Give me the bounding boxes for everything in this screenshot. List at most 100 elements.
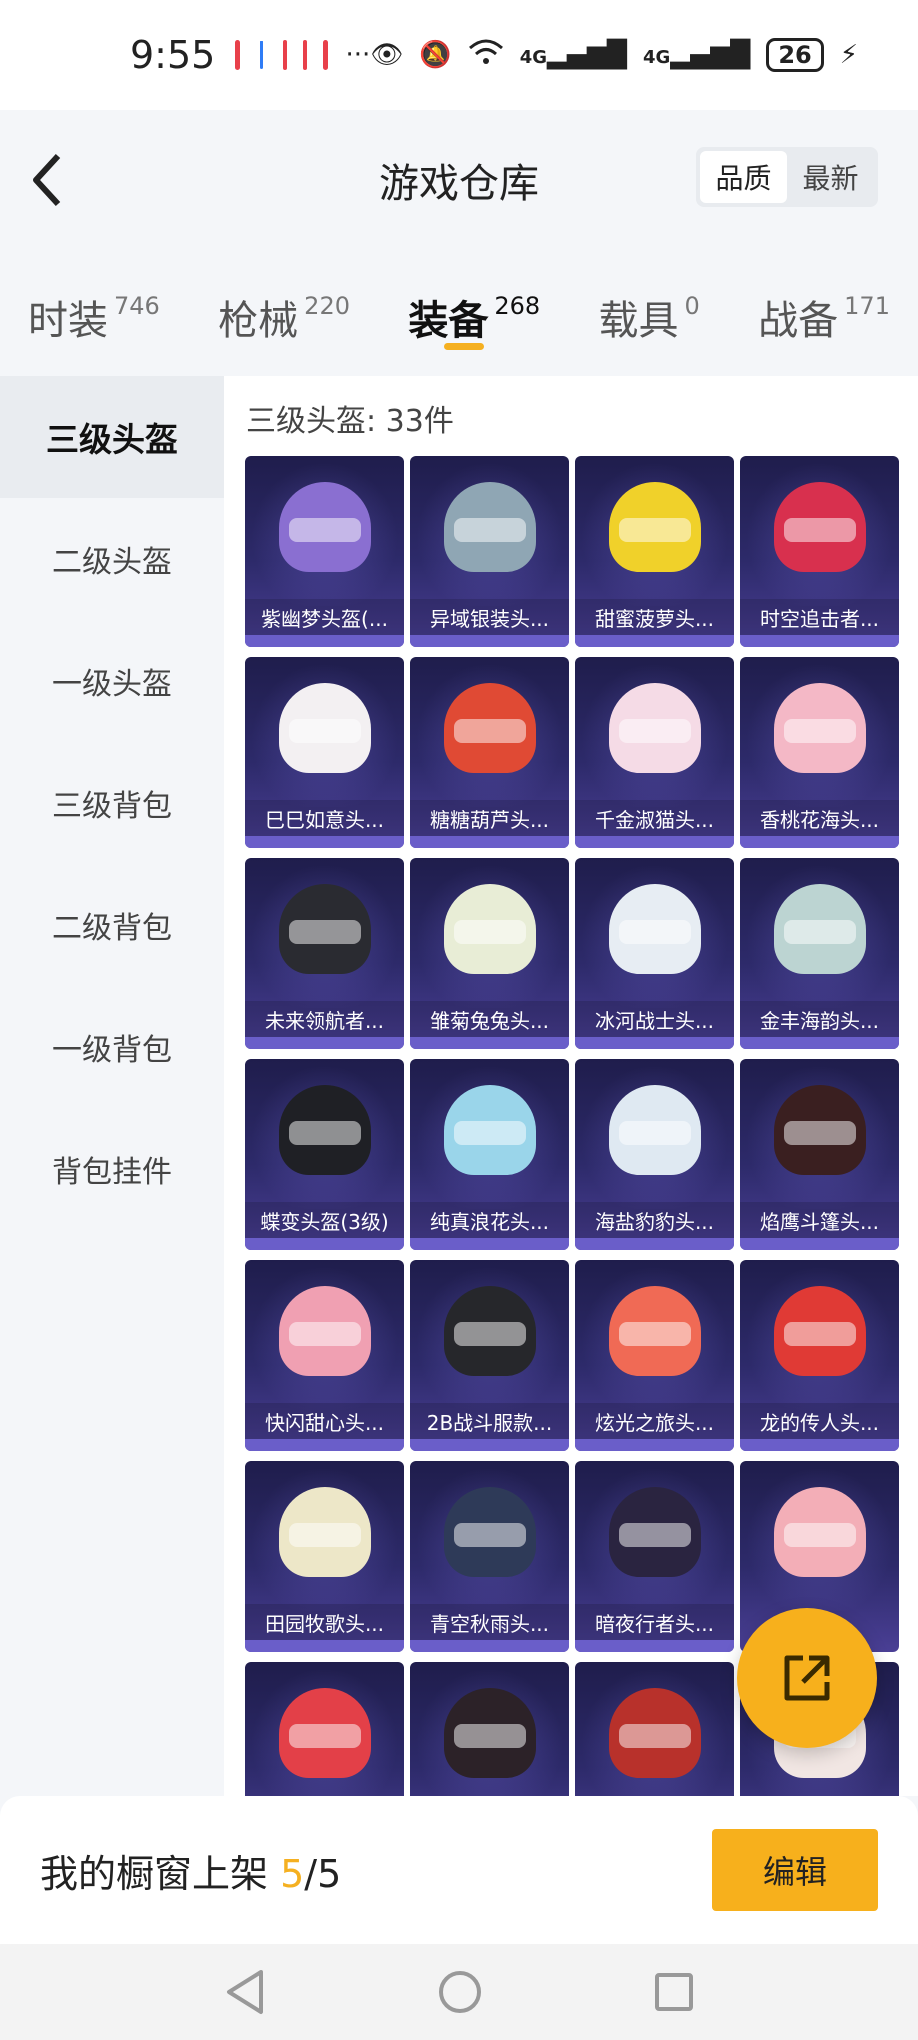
item-card[interactable]: 蝶变头盔(3级)	[245, 1059, 404, 1250]
sidebar-item-backpack-charm[interactable]: 背包挂件	[0, 1108, 224, 1230]
item-card[interactable]: 雏菊兔兔头...	[410, 858, 569, 1049]
helmet-image	[609, 482, 701, 572]
item-card[interactable]: 香桃花海头...	[740, 657, 899, 848]
item-name: 炫光之旅头...	[575, 1403, 734, 1439]
helmet-image	[444, 683, 536, 773]
helmet-visor	[289, 1724, 361, 1748]
sidebar-item-level1-helmet[interactable]: 一级头盔	[0, 620, 224, 742]
rarity-strip	[245, 1238, 404, 1250]
rarity-strip	[245, 1037, 404, 1049]
item-name: 纯真浪花头...	[410, 1202, 569, 1238]
item-card[interactable]: 甜蜜菠萝头...	[575, 456, 734, 647]
helmet-visor	[784, 518, 856, 542]
tab-count: 0	[684, 292, 700, 320]
helmet-image	[444, 1487, 536, 1577]
item-name: 雏菊兔兔头...	[410, 1001, 569, 1037]
sidebar-item-level3-helmet[interactable]: 三级头盔	[0, 376, 224, 498]
item-name: 2B战斗服款...	[410, 1403, 569, 1439]
rarity-strip	[575, 1640, 734, 1652]
showcase-bar: 我的橱窗上架 5/5 编辑	[0, 1796, 918, 1944]
item-card[interactable]	[245, 1662, 404, 1796]
tab-equipment[interactable]: 装备 268	[408, 262, 540, 372]
helmet-image	[609, 1286, 701, 1376]
helmet-visor	[289, 1523, 361, 1547]
sidebar-item-level2-backpack[interactable]: 二级背包	[0, 864, 224, 986]
helmet-visor	[784, 719, 856, 743]
sort-latest-button[interactable]: 最新	[787, 151, 874, 203]
item-card[interactable]	[575, 1662, 734, 1796]
item-card[interactable]: 糖糖葫芦头...	[410, 657, 569, 848]
share-button[interactable]	[737, 1608, 877, 1748]
rarity-strip	[740, 1238, 899, 1250]
tab-fashion[interactable]: 时装 746	[28, 262, 160, 372]
item-card[interactable]: 快闪甜心头...	[245, 1260, 404, 1451]
item-name: 金丰海韵头...	[740, 1001, 899, 1037]
back-button[interactable]	[28, 150, 78, 210]
item-card[interactable]: 纯真浪花头...	[410, 1059, 569, 1250]
helmet-visor	[619, 1724, 691, 1748]
item-card[interactable]: 2B战斗服款...	[410, 1260, 569, 1451]
share-external-icon	[784, 1655, 830, 1701]
helmet-image	[444, 482, 536, 572]
helmet-visor	[619, 518, 691, 542]
item-card[interactable]: 未来领航者...	[245, 858, 404, 1049]
rarity-strip	[575, 1037, 734, 1049]
item-card[interactable]: 炫光之旅头...	[575, 1260, 734, 1451]
mute-icon: 🔕	[419, 40, 452, 70]
item-card[interactable]: 异域银装头...	[410, 456, 569, 647]
item-card[interactable]: 千金淑猫头...	[575, 657, 734, 848]
battery-indicator: 26	[766, 38, 824, 72]
tab-label: 载具	[598, 298, 679, 344]
nav-recents-icon[interactable]	[653, 1971, 695, 2013]
signal-icon: 4G▂▄▆█	[643, 40, 751, 70]
showcase-status: 我的橱窗上架 5/5	[40, 1843, 341, 1898]
item-card[interactable]: 龙的传人头...	[740, 1260, 899, 1451]
item-list: 三级头盔: 33件 紫幽梦头盔(... 异域银装头... 甜蜜菠萝头... 时空追击者…	[224, 376, 918, 1796]
huawei-app-icon	[323, 40, 328, 70]
tab-supplies[interactable]: 战备 171	[758, 262, 890, 372]
book-app-icon	[303, 40, 308, 70]
helmet-visor	[619, 1121, 691, 1145]
item-card[interactable]: 焰鹰斗篷头...	[740, 1059, 899, 1250]
tab-vehicles[interactable]: 载具 0	[599, 262, 700, 372]
item-card[interactable]: 紫幽梦头盔(...	[245, 456, 404, 647]
tab-label: 装备	[408, 298, 489, 344]
sidebar-item-level3-backpack[interactable]: 三级背包	[0, 742, 224, 864]
sort-quality-button[interactable]: 品质	[700, 151, 787, 203]
rarity-strip	[410, 1640, 569, 1652]
tab-guns[interactable]: 枪械 220	[218, 262, 350, 372]
item-card[interactable]: 海盐豹豹头...	[575, 1059, 734, 1250]
helmet-image	[774, 884, 866, 974]
rarity-strip	[245, 836, 404, 848]
status-indicators: 👁 🔕 4G▂▄▆█ 4G▂▄▆█ 26 ⚡	[370, 38, 918, 73]
more-notifications-icon: ···	[345, 40, 371, 70]
helmet-image	[444, 1085, 536, 1175]
eye-icon: 👁	[370, 40, 404, 70]
item-card[interactable]: 冰河战士头...	[575, 858, 734, 1049]
item-card[interactable]: 金丰海韵头...	[740, 858, 899, 1049]
rarity-strip	[740, 1037, 899, 1049]
item-card[interactable]: 青空秋雨头...	[410, 1461, 569, 1652]
helmet-visor	[784, 1121, 856, 1145]
edit-button[interactable]: 编辑	[712, 1829, 878, 1911]
nav-home-icon[interactable]	[437, 1969, 483, 2015]
sidebar-item-level2-helmet[interactable]: 二级头盔	[0, 498, 224, 620]
item-name: 千金淑猫头...	[575, 800, 734, 836]
item-card[interactable]: 暗夜行者头...	[575, 1461, 734, 1652]
helmet-visor	[289, 1121, 361, 1145]
nav-back-icon[interactable]	[223, 1968, 267, 2016]
active-tab-indicator	[444, 343, 485, 350]
item-card[interactable]	[410, 1662, 569, 1796]
item-name: 冰河战士头...	[575, 1001, 734, 1037]
system-navigation-bar	[0, 1944, 918, 2040]
helmet-image	[279, 884, 371, 974]
helmet-visor	[289, 719, 361, 743]
item-card[interactable]: 田园牧歌头...	[245, 1461, 404, 1652]
item-card[interactable]: 巳巳如意头...	[245, 657, 404, 848]
helmet-visor	[454, 1523, 526, 1547]
sidebar-item-level1-backpack[interactable]: 一级背包	[0, 986, 224, 1108]
item-name: 田园牧歌头...	[245, 1604, 404, 1640]
showcase-total: 5	[317, 1851, 342, 1896]
item-card[interactable]: 时空追击者...	[740, 456, 899, 647]
chevron-left-icon	[33, 153, 61, 207]
